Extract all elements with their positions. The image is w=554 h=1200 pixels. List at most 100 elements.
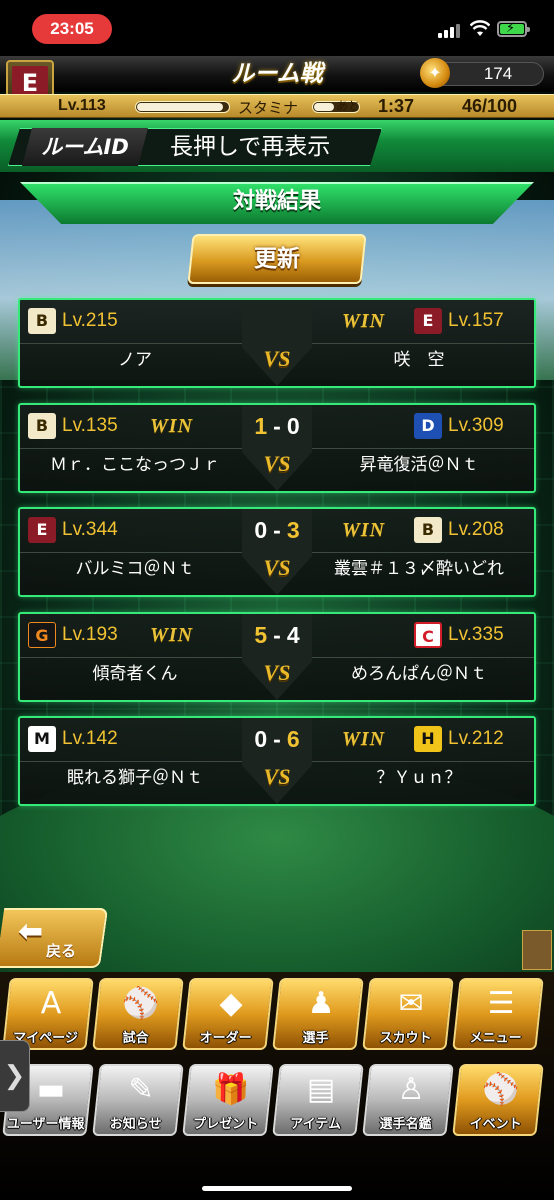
vs-label: VS — [263, 764, 291, 789]
menu-label: お知らせ — [109, 1117, 162, 1132]
side-drawer-tab[interactable]: ❯ — [0, 1040, 30, 1112]
player-name: 叢雲＃１３〆酔いどれ — [334, 559, 504, 579]
match-card[interactable]: M Lv.142 眠れる獅子＠Ｎｔ WIN H Lv.212 ？Ｙｕｎ？ 0-6 VS — [18, 716, 536, 806]
team-logo-icon: G — [28, 622, 56, 648]
menu-button[interactable]: ♙ 選手名鑑 — [362, 1064, 454, 1136]
menu-icon: ☰ — [487, 986, 515, 1021]
match-card[interactable]: E Lv.344 バルミコ＠Ｎｔ WIN B Lv.208 叢雲＃１３〆酔いどれ 0-3 VS — [18, 507, 536, 597]
team-logo-icon: E — [28, 517, 56, 543]
player-name: 咲 空 — [393, 350, 445, 370]
menu-icon: 🎁 — [212, 1072, 250, 1107]
match-card[interactable]: B Lv.135 WIN Ｍｒ．ここなっつＪｒ D Lv.309 昇竜復活＠Ｎｔ 1-0 VS — [18, 403, 536, 493]
menu-button[interactable]: ☰ メニュー — [452, 978, 544, 1050]
corner-badge-icon[interactable] — [522, 930, 552, 970]
player-name: ノア — [118, 350, 152, 370]
score-left: 0 — [254, 726, 268, 752]
menu-label: イベント — [469, 1117, 522, 1132]
menu-button[interactable]: 🎁 プレゼント — [182, 1064, 274, 1136]
refresh-label: 更新 — [254, 246, 300, 272]
player-level: Lv.309 — [448, 415, 504, 436]
signal-icon — [438, 22, 464, 38]
player-level: Lv.212 — [448, 728, 504, 749]
menu-icon: ⚾ — [122, 986, 160, 1021]
player-name: 眠れる獅子＠Ｎｔ — [67, 768, 203, 788]
menu-button[interactable]: ✉ スカウト — [362, 978, 454, 1050]
team-logo-icon: H — [414, 726, 442, 752]
team-logo-icon: B — [414, 517, 442, 543]
back-label: 戻る — [46, 942, 77, 960]
match-card[interactable]: G Lv.193 WIN 傾奇者くん C Lv.335 めろんぱん＠Ｎｔ 5-4 VS — [18, 612, 536, 702]
level-progress-bar — [135, 101, 230, 113]
player-level: Lv.113 — [58, 97, 106, 114]
team-logo-icon: C — [414, 622, 442, 648]
score-left: 0 — [254, 517, 268, 543]
vs-label: VS — [263, 346, 291, 371]
team-logo-icon: B — [28, 413, 56, 439]
team-logo-icon: E — [414, 308, 442, 334]
coin-count: 174 — [483, 64, 513, 83]
player-name: ？Ｙｕｎ？ — [376, 768, 462, 788]
player-level: Lv.142 — [62, 728, 118, 749]
match-score: 0-6 — [242, 724, 312, 754]
match-card[interactable]: B Lv.215 ノア WIN E Lv.157 咲 空 VS — [18, 298, 536, 388]
win-label: WIN — [342, 519, 386, 541]
room-id-label: ルームID — [22, 128, 148, 166]
player-level: Lv.193 — [62, 624, 118, 645]
menu-button[interactable]: ♟ 選手 — [272, 978, 364, 1050]
team-logo-icon: M — [28, 726, 56, 752]
home-indicator[interactable] — [202, 1186, 352, 1191]
menu-icon: ✎ — [128, 1072, 154, 1107]
player-level: Lv.215 — [62, 310, 118, 331]
room-id-hint[interactable]: 長押しで再表示 — [170, 128, 370, 166]
menu-label: 試合 — [122, 1031, 149, 1046]
menu-label: オーダー — [199, 1031, 252, 1046]
menu-button[interactable]: ▤ アイテム — [272, 1064, 364, 1136]
team-logo-icon: D — [414, 413, 442, 439]
vs-label: VS — [263, 451, 291, 476]
player-name: 昇竜復活＠Ｎｔ — [359, 455, 479, 475]
stamina-progress-fill — [314, 103, 334, 111]
score-dash: - — [273, 726, 281, 752]
menu-button[interactable]: ◆ オーダー — [182, 978, 274, 1050]
menu-button[interactable]: ✎ お知らせ — [92, 1064, 184, 1136]
page-title: ルーム戦 — [231, 61, 323, 87]
menu-label: メニュー — [469, 1031, 522, 1046]
score-dash: - — [273, 517, 281, 543]
stamina-label: スタミナ — [238, 99, 299, 117]
wifi-icon — [470, 20, 490, 36]
player-level: Lv.208 — [448, 519, 504, 540]
menu-icon: ♙ — [397, 1072, 425, 1107]
menu-icon: ◆ — [219, 986, 243, 1021]
menu-icon: ✉ — [398, 986, 424, 1021]
player-level: Lv.335 — [448, 624, 504, 645]
score-right: 4 — [286, 622, 300, 648]
menu-button[interactable]: ⚾ イベント — [452, 1064, 544, 1136]
win-label: WIN — [150, 415, 194, 437]
player-name: Ｍｒ．ここなっつＪｒ — [50, 455, 220, 475]
app-screen: 23:05 ⚡ E ルーム戦 ✦ 174 Lv.113 スタミナ あと 1:37… — [0, 0, 554, 1200]
player-name: 傾奇者くん — [92, 664, 178, 684]
score-left: 5 — [254, 622, 268, 648]
refresh-button[interactable]: 更新 — [187, 234, 367, 284]
score-dash: - — [273, 622, 281, 648]
player-name: バルミコ＠Ｎｔ — [75, 559, 195, 579]
score-right: 3 — [286, 517, 300, 543]
vs-label: VS — [263, 660, 291, 685]
menu-button[interactable]: ⚾ 試合 — [92, 978, 184, 1050]
results-title: 対戦結果 — [232, 189, 321, 214]
player-level: Lv.135 — [62, 415, 118, 436]
match-score: 0-3 — [242, 515, 312, 545]
coin-icon: ✦ — [420, 58, 450, 88]
player-level: Lv.157 — [448, 310, 504, 331]
back-arrow-icon: ⬅ — [18, 914, 44, 949]
menu-label: ユーザー情報 — [6, 1117, 85, 1132]
vs-label: VS — [263, 555, 291, 580]
menu-icon: A — [40, 986, 62, 1021]
charging-icon: ⚡ — [506, 21, 516, 36]
stamina-value: 46/100 — [462, 96, 518, 116]
level-progress-fill — [137, 103, 224, 111]
time-left-label: あと — [336, 99, 361, 113]
score-right: 6 — [286, 726, 300, 752]
team-logo-icon: B — [28, 308, 56, 334]
menu-icon: ♟ — [307, 986, 335, 1021]
